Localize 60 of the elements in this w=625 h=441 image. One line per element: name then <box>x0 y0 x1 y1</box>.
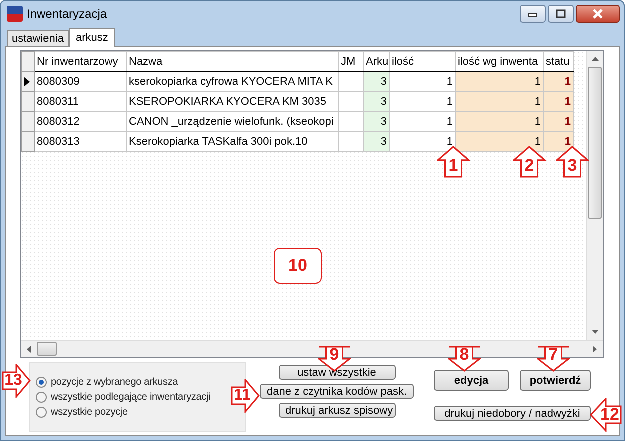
column-header[interactable]: statu <box>544 52 574 72</box>
radio-option[interactable]: wszystkie pozycje <box>36 406 128 418</box>
table-cell: 1 <box>456 92 544 112</box>
scrollbar-thumb[interactable] <box>588 67 602 219</box>
close-icon <box>591 9 605 19</box>
radio-option[interactable]: wszystkie podlegające inwentaryzacji <box>36 392 211 402</box>
radio-option[interactable]: pozycje z wybranego arkusza <box>36 376 178 388</box>
maximize-icon <box>555 9 567 19</box>
action-button[interactable]: potwierdź <box>520 370 591 391</box>
action-button[interactable]: dane z czytnika kodów pask. <box>260 384 414 399</box>
callout-arrow: 12 <box>590 398 622 432</box>
table-cell: 8080311 <box>34 92 126 112</box>
table-cell: Kserokopiarka TASKalfa 300i pok.10 <box>126 132 338 152</box>
table-cell: 8080312 <box>34 112 126 132</box>
table-cell: 8080309 <box>34 72 126 92</box>
callout-label: 10 <box>274 248 322 284</box>
app-logo-icon <box>7 6 23 22</box>
column-header[interactable]: Nazwa <box>126 52 338 72</box>
callout-arrow: 3 <box>556 146 589 178</box>
table-cell: KSEROPOKIARKA KYOCERA KM 3035 <box>126 92 338 112</box>
tab[interactable]: ustawienia <box>7 30 69 46</box>
vertical-scrollbar[interactable] <box>586 51 603 340</box>
scroll-down-icon[interactable] <box>592 330 598 334</box>
table-cell: 1 <box>456 132 544 152</box>
close-button[interactable] <box>576 5 620 23</box>
table-cell: 3 <box>364 92 390 112</box>
column-header[interactable]: JM <box>338 52 364 72</box>
tab[interactable]: arkusz <box>68 28 116 47</box>
table-cell: 1 <box>544 112 574 132</box>
column-header[interactable]: Nr inwentarzowy <box>34 52 126 72</box>
callout-arrow: 13 <box>2 364 31 398</box>
table-cell: 1 <box>544 72 574 92</box>
column-header[interactable]: Arku <box>364 52 390 72</box>
scroll-left-icon[interactable] <box>27 346 31 352</box>
table-cell: 1 <box>544 92 574 112</box>
scroll-right-icon[interactable] <box>593 346 597 352</box>
window-title: Inwentaryzacja <box>27 7 108 21</box>
table-cell: 1 <box>456 112 544 132</box>
row-selector[interactable] <box>22 72 34 92</box>
column-header[interactable]: ilość wg inwenta <box>456 52 544 72</box>
table-cell: 3 <box>364 112 390 132</box>
table-cell: 8080313 <box>34 132 126 152</box>
minimize-button[interactable] <box>520 5 546 23</box>
scrollbar-thumb[interactable] <box>37 342 57 356</box>
column-header[interactable]: ilość <box>390 52 456 72</box>
action-button[interactable]: drukuj niedobory / nadwyżki <box>434 406 591 421</box>
header-corner-cell <box>22 52 34 72</box>
table-cell: kserokopiarka cyfrowa KYOCERA MITA K <box>126 72 338 92</box>
maximize-button[interactable] <box>548 5 574 23</box>
callout-arrow: 1 <box>437 146 470 178</box>
action-button[interactable]: edycja <box>434 370 509 391</box>
table-cell: 3 <box>364 72 390 92</box>
table-cell: 3 <box>364 132 390 152</box>
scroll-up-icon[interactable] <box>592 57 598 61</box>
action-button[interactable]: ustaw wszystkie <box>278 365 396 380</box>
table-cell: 1 <box>456 72 544 92</box>
callout-arrow: 11 <box>231 379 260 413</box>
callout-arrow: 2 <box>513 146 546 178</box>
table-cell: CANON _urządzenie wielofunk. (kseokopi <box>126 112 338 132</box>
action-button[interactable]: drukuj arkusz spisowy <box>278 403 396 418</box>
